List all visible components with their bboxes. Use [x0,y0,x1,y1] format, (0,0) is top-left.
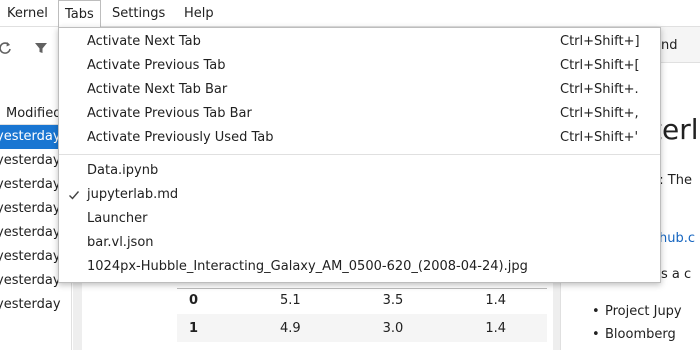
table-cell: 3.5 [382,292,404,308]
table-cell: 3.0 [341,314,445,342]
menu-help[interactable]: Help [178,0,220,27]
table-cell: 4.9 [239,314,342,342]
menu-item-activate-next-tab[interactable]: Activate Next Tab Ctrl+Shift+] [59,30,660,54]
menu-item-shortcut: Ctrl+Shift+' [560,130,639,145]
output-dataframe: 0 5.1 3.5 1.4 1 4.9 3.0 1.4 [177,286,547,342]
menu-item-tab-hubble-jpg[interactable]: 1024px-Hubble_Interacting_Galaxy_AM_0500… [59,255,660,279]
menu-separator [59,154,660,155]
table-cell: 1.4 [485,292,506,308]
menu-item-label: Data.ipynb [87,163,159,178]
menu-item-label: Activate Previous Tab Bar [87,106,252,121]
markdown-list-item: Project Jupy [592,304,682,319]
menu-item-label: Activate Previous Tab [87,58,226,73]
menu-item-label: Activate Next Tab [87,34,201,49]
table-cell: 1.4 [444,314,547,342]
row-index: 1 [177,314,239,342]
row-index: 0 [189,292,199,308]
menu-item-tab-jupyterlab-md[interactable]: jupyterlab.md [59,183,660,207]
menu-item-tab-launcher[interactable]: Launcher [59,207,660,231]
menu-item-label: Activate Previously Used Tab [87,130,274,145]
menu-item-label: 1024px-Hubble_Interacting_Galaxy_AM_0500… [87,259,528,274]
menu-tabs[interactable]: Tabs [58,0,101,28]
menubar: Kernel Tabs Settings Help [0,0,700,28]
menu-item-tab-bar-vl-json[interactable]: bar.vl.json [59,231,660,255]
filter-icon[interactable] [32,41,50,59]
menu-item-shortcut: Ctrl+Shift+. [560,82,639,97]
menu-item-label: Launcher [87,211,148,226]
menu-item-shortcut: Ctrl+Shift+[ [560,58,640,73]
table-cell: 5.1 [279,292,301,308]
menu-item-tab-data-ipynb[interactable]: Data.ipynb [59,159,660,183]
menu-item-shortcut: Ctrl+Shift+, [560,106,639,121]
menu-item-activate-previous-tab[interactable]: Activate Previous Tab Ctrl+Shift+[ [59,54,660,78]
markdown-list-item: Bloomberg [592,327,676,342]
menu-item-label: Activate Next Tab Bar [87,82,228,97]
menu-item-activate-previously-used-tab[interactable]: Activate Previously Used Tab Ctrl+Shift+… [59,126,660,150]
table-row: 1 4.9 3.0 1.4 [177,314,547,342]
menu-kernel[interactable]: Kernel [1,0,54,27]
table-row: 0 5.1 3.5 1.4 [177,286,547,314]
tab-label: nd [661,38,678,53]
menu-item-activate-next-tab-bar[interactable]: Activate Next Tab Bar Ctrl+Shift+. [59,78,660,102]
refresh-icon[interactable] [0,41,14,59]
file-row-modified[interactable]: yesterday [0,293,72,317]
menu-item-shortcut: Ctrl+Shift+] [560,34,640,49]
menu-settings[interactable]: Settings [106,0,171,27]
markdown-link[interactable]: hub.c [659,231,695,246]
menu-item-label: bar.vl.json [87,235,154,250]
menu-item-label: jupyterlab.md [87,187,179,202]
tabs-menu-dropdown: Activate Next Tab Ctrl+Shift+] Activate … [58,27,661,283]
menu-item-activate-previous-tab-bar[interactable]: Activate Previous Tab Bar Ctrl+Shift+, [59,102,660,126]
